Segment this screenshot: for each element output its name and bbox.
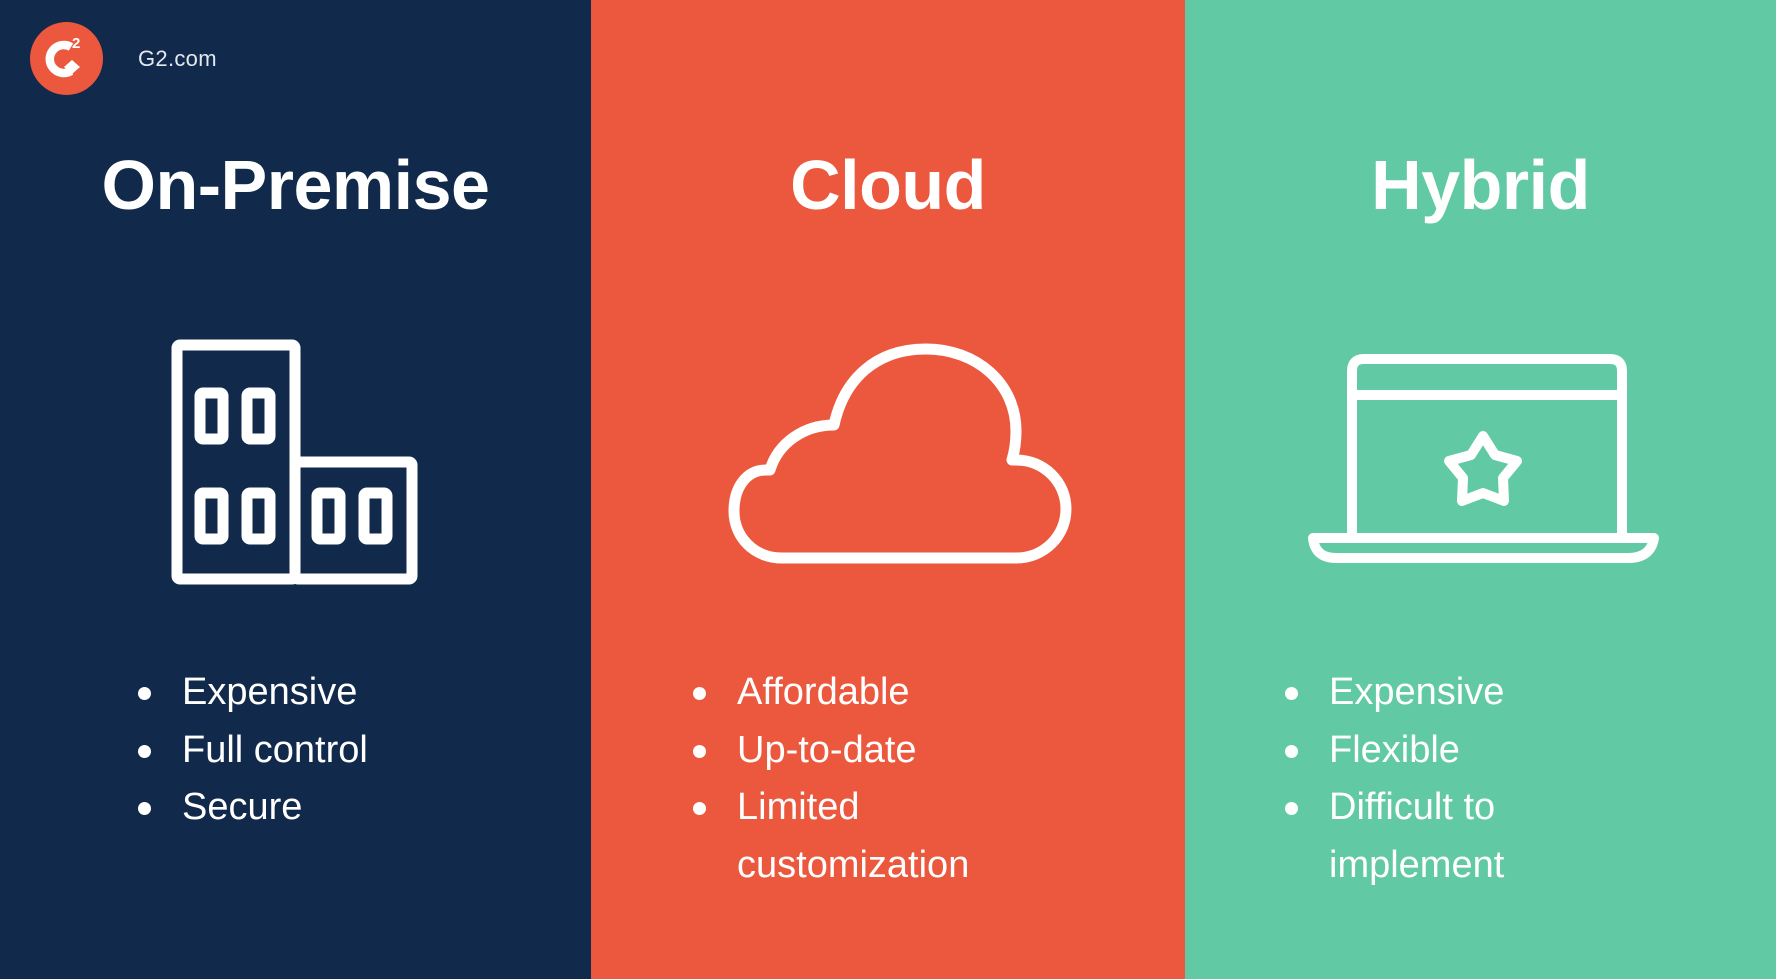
feature-text: Full control — [182, 728, 368, 771]
feature-item: Affordable — [693, 664, 1053, 722]
on-premise-title: On-Premise — [101, 146, 490, 224]
feature-item: Flexible — [1285, 722, 1575, 780]
feature-text: Flexible — [1329, 728, 1460, 771]
feature-text: Expensive — [1329, 671, 1505, 713]
logo-superscript: 2 — [72, 35, 80, 52]
bullet-icon — [1285, 744, 1298, 758]
bullet-icon — [138, 687, 151, 700]
feature-item: Up-to-date — [693, 722, 1053, 780]
feature-text: Limited customization — [737, 786, 970, 886]
on-premise-feature-list: Expensive Full control Secure — [138, 664, 368, 837]
brand-site-text: G2.com — [138, 45, 217, 71]
brand: 2 G2.com — [30, 22, 217, 95]
feature-item: Limited customization — [693, 779, 1053, 894]
cloud-icon — [728, 343, 1072, 564]
bullet-icon — [693, 802, 706, 815]
feature-item: Expensive — [1285, 664, 1575, 722]
laptop-star-icon — [1308, 354, 1659, 563]
feature-text: Affordable — [737, 671, 910, 713]
feature-text: Difficult to implement — [1329, 786, 1505, 886]
feature-text: Secure — [182, 786, 303, 828]
on-premise-panel: 2 G2.com On-Premise Expensive Full contr… — [0, 0, 591, 979]
hybrid-title: Hybrid — [1371, 146, 1590, 224]
bullet-icon — [138, 744, 151, 758]
cloud-title: Cloud — [790, 146, 986, 224]
deployment-comparison-graphic: 2 G2.com On-Premise Expensive Full contr… — [0, 0, 1776, 979]
bullet-icon — [693, 687, 706, 700]
feature-text: Up-to-date — [737, 728, 917, 771]
hybrid-feature-list: Expensive Flexible Difficult to implemen… — [1285, 664, 1575, 894]
feature-item: Secure — [138, 779, 368, 837]
office-building-icon — [171, 339, 418, 585]
cloud-feature-list: Affordable Up-to-date Limited customizat… — [693, 664, 1053, 894]
bullet-icon — [1285, 687, 1298, 700]
feature-text: Expensive — [182, 671, 358, 713]
g2-logo-icon: 2 — [30, 22, 103, 95]
feature-item: Expensive — [138, 664, 368, 722]
feature-item: Full control — [138, 722, 368, 780]
bullet-icon — [138, 802, 151, 815]
bullet-icon — [693, 744, 706, 758]
bullet-icon — [1285, 802, 1298, 815]
feature-item: Difficult to implement — [1285, 779, 1575, 894]
